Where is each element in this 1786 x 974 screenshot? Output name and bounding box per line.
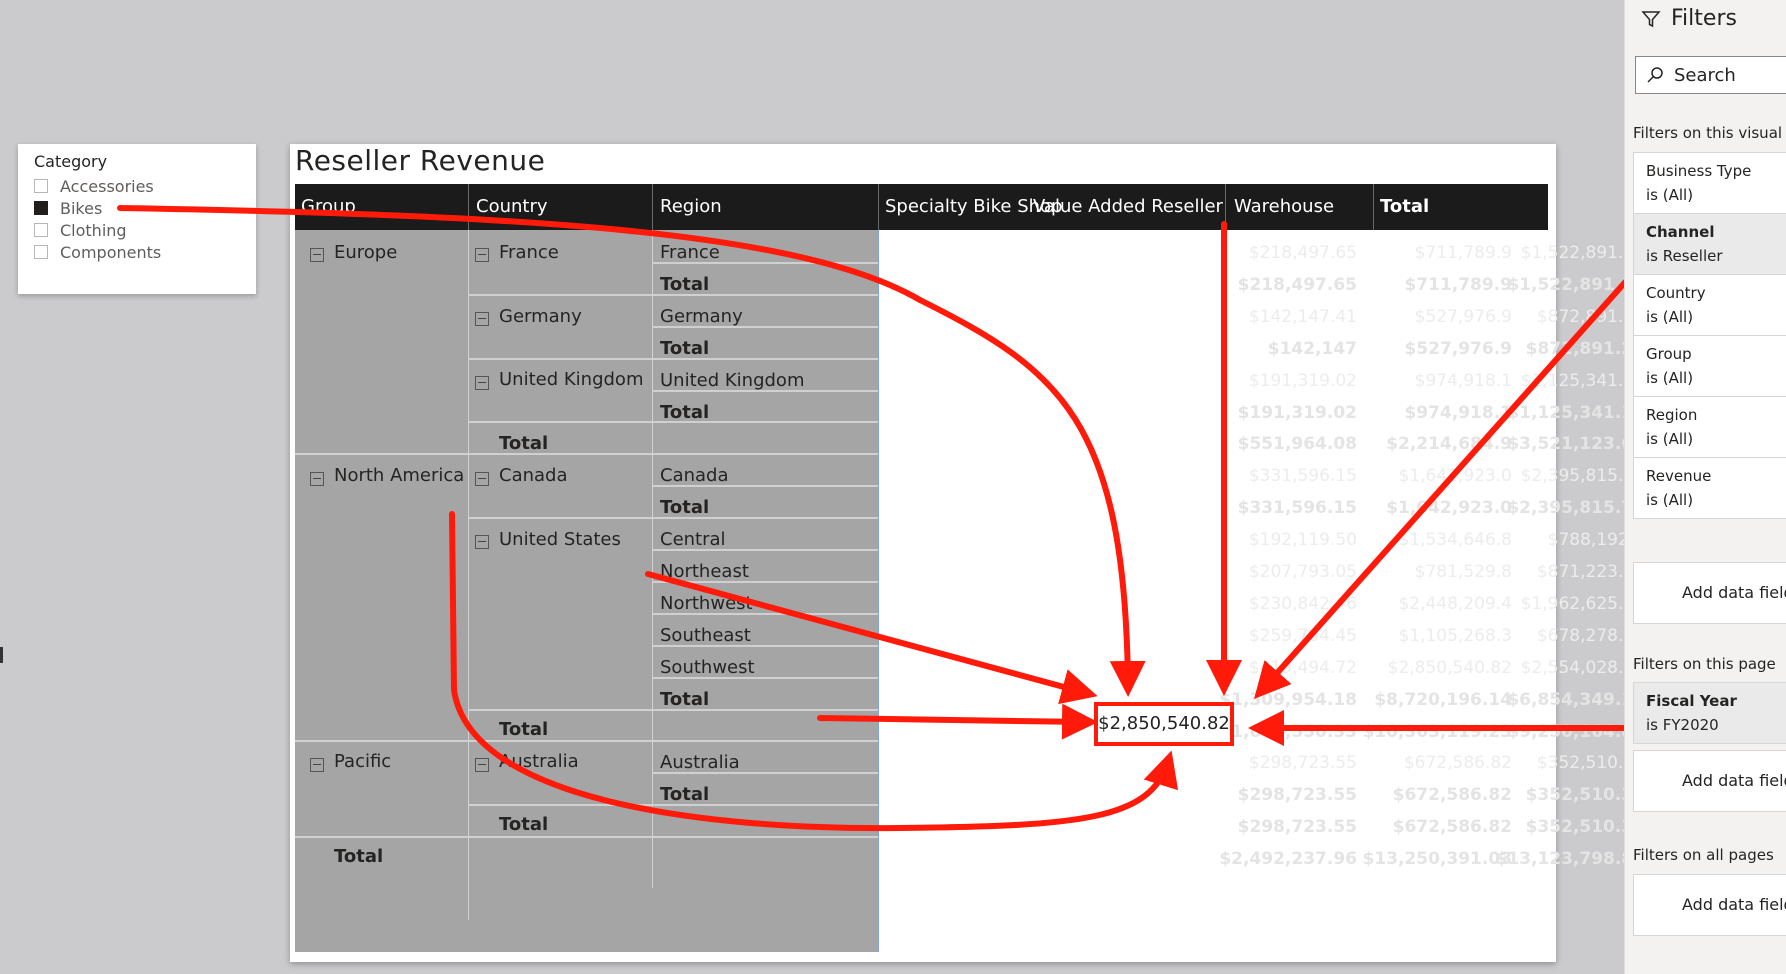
section-filters-all: Filters on all pages (1633, 846, 1774, 864)
filter-card-name: Country (1646, 284, 1706, 302)
search-placeholder: Search (1674, 64, 1736, 86)
filters-title: Filters (1671, 6, 1737, 31)
search-icon (1647, 67, 1663, 83)
add-data-fields-visual[interactable]: Add data fields (1633, 562, 1786, 624)
section-filters-visual: Filters on this visual (1633, 124, 1783, 142)
filter-card-condition: is (All) (1646, 186, 1694, 204)
filter-card-name: Region (1646, 406, 1698, 424)
add-data-fields-page[interactable]: Add data fields (1633, 750, 1786, 812)
filter-card-condition: is FY2020 (1646, 716, 1719, 734)
filter-card-condition: is (All) (1646, 491, 1694, 509)
filter-card-group[interactable]: Group is (All) (1633, 335, 1786, 397)
cursor-mark (0, 647, 3, 663)
filter-card-name: Fiscal Year (1646, 692, 1737, 710)
arrow-southwest (817, 703, 1098, 740)
filter-card-revenue[interactable]: Revenue is (All) (1633, 457, 1786, 519)
filter-card-fiscal-year[interactable]: Fiscal Year is FY2020 (1633, 682, 1786, 744)
filter-card-region[interactable]: Region is (All) (1633, 396, 1786, 458)
filter-card-condition: is Reseller (1646, 247, 1723, 265)
filter-card-name: Revenue (1646, 467, 1712, 485)
filters-pane: Filters Search Filters on this visual Bu… (1624, 0, 1786, 974)
filter-card-condition: is (All) (1646, 430, 1694, 448)
section-filters-page: Filters on this page (1633, 655, 1776, 673)
filter-card-condition: is (All) (1646, 308, 1694, 326)
arrow-bikes (117, 205, 1146, 697)
filter-card-condition: is (All) (1646, 369, 1694, 387)
annotation-arrows (117, 205, 1639, 832)
filter-card-name: Group (1646, 345, 1692, 363)
add-data-fields-all[interactable]: Add data fields (1633, 874, 1786, 936)
filter-card-name: Business Type (1646, 162, 1752, 180)
filters-search-input[interactable]: Search (1635, 56, 1786, 94)
arrow-united-states (645, 571, 1098, 705)
arrow-north-america (449, 511, 1179, 832)
filter-card-name: Channel (1646, 223, 1715, 241)
arrow-channel (1254, 267, 1639, 699)
filter-card-channel[interactable]: Channel is Reseller (1633, 213, 1786, 275)
filter-card-country[interactable]: Country is (All) (1633, 274, 1786, 336)
filters-header: Filters (1641, 6, 1737, 31)
filter-icon (1641, 10, 1661, 27)
filter-card-business-type[interactable]: Business Type is (All) (1633, 152, 1786, 214)
